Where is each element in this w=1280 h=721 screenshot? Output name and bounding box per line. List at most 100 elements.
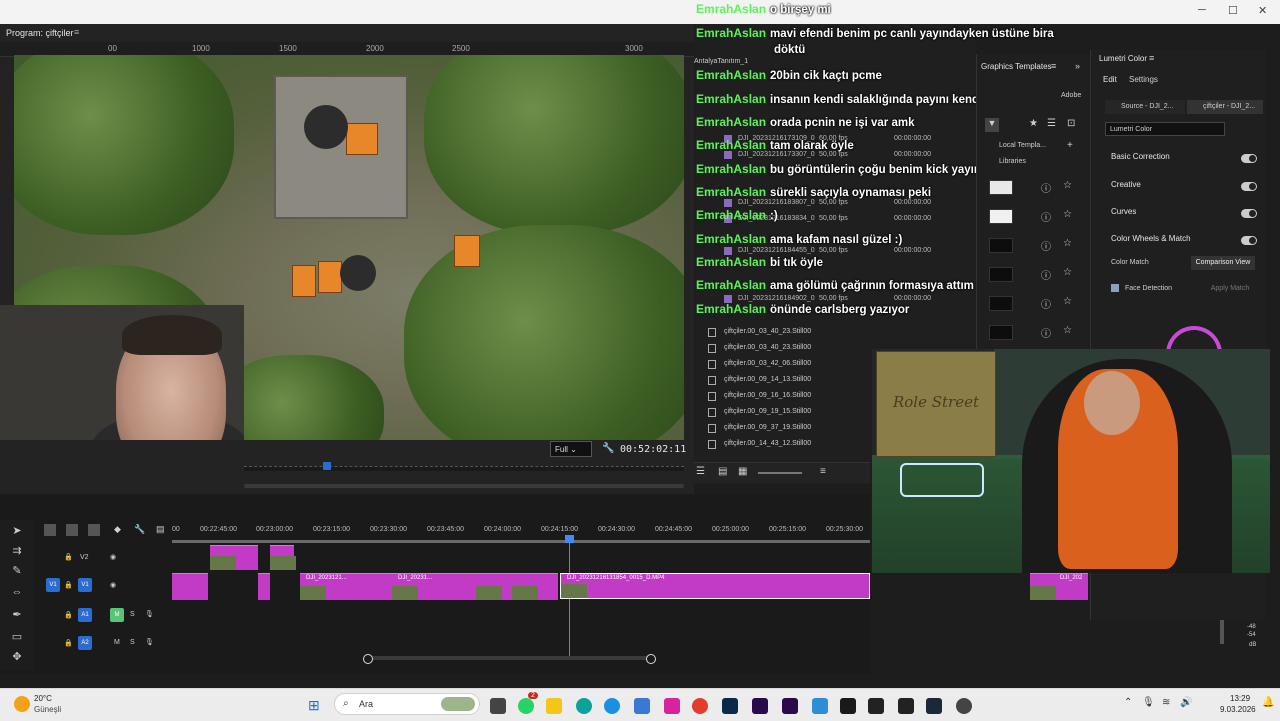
mute-button[interactable]: M <box>114 639 120 646</box>
photoshop-icon[interactable] <box>722 698 738 714</box>
timeline-clip[interactable] <box>210 545 258 570</box>
new-folder-icon[interactable]: ⊡ <box>1067 118 1075 129</box>
apply-match-button[interactable]: Apply Match <box>1205 282 1255 296</box>
scroll-handle-right[interactable] <box>646 654 656 664</box>
playhead-handle-icon[interactable] <box>565 535 574 543</box>
template-item[interactable]: ⓘ ☆ <box>989 265 1083 283</box>
mic-icon[interactable]: 🎙 <box>1142 697 1155 708</box>
source-tab[interactable]: Source - DJI_2... <box>1105 100 1185 114</box>
epic-games-icon[interactable] <box>898 698 914 714</box>
app-icon[interactable] <box>812 698 828 714</box>
timeline-scrollbar[interactable] <box>366 656 652 660</box>
lock-icon[interactable]: 🔒 <box>64 611 73 619</box>
creative-section[interactable]: Creative <box>1097 180 1257 196</box>
filter-icon[interactable]: ▼ <box>985 118 999 132</box>
color-wheels-section[interactable]: Color Wheels & Match <box>1097 234 1257 250</box>
ripple-edit-icon[interactable]: ✎ <box>10 564 24 578</box>
star-icon[interactable]: ★ <box>1029 118 1038 129</box>
add-icon[interactable]: + <box>1067 140 1073 151</box>
edit-tab[interactable]: Edit <box>1103 75 1117 84</box>
lock-icon[interactable]: 🔒 <box>64 581 73 589</box>
store-icon[interactable] <box>634 698 650 714</box>
template-item[interactable]: ⓘ ☆ <box>989 323 1083 341</box>
source-patch-v1[interactable]: V1 <box>46 578 60 592</box>
template-item[interactable]: ⓘ ☆ <box>989 236 1083 254</box>
instagram-icon[interactable] <box>664 698 680 714</box>
timeline-clip[interactable] <box>476 573 512 600</box>
clock-time[interactable]: 13:29 <box>1230 694 1250 703</box>
lumetri-tab[interactable]: Lumetri Color <box>1099 54 1147 63</box>
zoom-scrollbar[interactable] <box>244 484 684 488</box>
rectangle-tool-icon[interactable]: ▭ <box>10 630 24 644</box>
mic-icon[interactable]: 🎙 <box>145 638 154 646</box>
snap-icon[interactable] <box>44 524 56 536</box>
template-item[interactable]: ⓘ ☆ <box>989 178 1083 196</box>
icon-view-icon[interactable]: ▤ <box>718 466 727 477</box>
mute-button[interactable]: M <box>110 608 124 622</box>
timeline-clip[interactable]: DJI_2023121... <box>300 573 392 600</box>
add-marker-icon[interactable] <box>88 524 100 536</box>
lock-icon[interactable]: 🔒 <box>64 553 73 561</box>
track-target-a1[interactable]: A1 <box>78 608 92 622</box>
steam-icon[interactable] <box>926 698 942 714</box>
hand-tool-icon[interactable]: ✥ <box>10 650 24 664</box>
scrubber-playhead-icon[interactable] <box>323 462 331 470</box>
more-panels-icon[interactable]: » <box>1075 61 1080 71</box>
timeline-clip[interactable]: DJI_202 <box>1030 573 1088 600</box>
timeline-clip[interactable] <box>270 545 296 570</box>
weather-temp[interactable]: 20°C <box>34 694 52 703</box>
app-icon[interactable] <box>868 698 884 714</box>
list-view-icon[interactable]: ☰ <box>696 466 705 477</box>
eye-icon[interactable]: ◉ <box>110 581 116 589</box>
marker-icon[interactable]: ◆ <box>114 524 121 535</box>
timeline-clip[interactable] <box>258 573 270 600</box>
preset-select[interactable]: Lumetri Color <box>1105 122 1225 136</box>
libraries-item[interactable]: Libraries <box>999 158 1026 165</box>
zoom-slider[interactable] <box>758 472 802 474</box>
program-scrubber[interactable] <box>244 466 684 471</box>
razor-tool-icon[interactable]: ⇔ <box>10 586 24 600</box>
timeline-clip[interactable]: DJI_20231... <box>392 573 476 600</box>
curves-section[interactable]: Curves <box>1097 207 1257 223</box>
sequence-tab[interactable]: çiftçiler - DJI_2... <box>1187 100 1263 114</box>
solo-button[interactable]: S <box>130 611 135 618</box>
template-item[interactable]: ⓘ ☆ <box>989 294 1083 312</box>
solo-button[interactable]: S <box>130 639 135 646</box>
timeline-clip-selected[interactable]: DJI_20231216131854_0015_D.MP4 <box>560 573 870 599</box>
settings-tab[interactable]: Settings <box>1129 75 1158 84</box>
weather-icon[interactable] <box>14 696 30 712</box>
sort-icon[interactable]: ≡ <box>820 466 826 477</box>
start-icon[interactable]: ⊞ <box>308 697 320 714</box>
lumetri-scrollbar[interactable] <box>1220 620 1224 644</box>
wrench-icon[interactable]: 🔧 <box>602 443 614 454</box>
weather-desc[interactable]: Güneşli <box>34 705 61 714</box>
list-item[interactable]: çiftçiler.00_03_40_23.Still00 <box>708 325 908 341</box>
taskbar-search[interactable]: ⌕ Ara <box>334 693 480 715</box>
file-explorer-icon[interactable] <box>546 698 562 714</box>
task-view-icon[interactable] <box>490 698 506 714</box>
volume-icon[interactable]: 🔊 <box>1180 697 1192 708</box>
obs-icon[interactable] <box>956 698 972 714</box>
premiere-icon[interactable] <box>752 698 768 714</box>
template-item[interactable]: ⓘ ☆ <box>989 207 1083 225</box>
face-detection-checkbox[interactable] <box>1111 284 1119 292</box>
selection-tool-icon[interactable]: ➤ <box>10 524 24 538</box>
list-icon[interactable]: ☰ <box>1047 118 1056 129</box>
timeline-clip[interactable] <box>512 573 558 600</box>
track-select-icon[interactable]: ⇉ <box>10 544 24 558</box>
chrome-icon[interactable] <box>692 698 708 714</box>
wrench-icon[interactable]: 🔧 <box>134 524 145 535</box>
track-target-v1[interactable]: V1 <box>78 578 92 592</box>
edge-icon[interactable] <box>604 698 620 714</box>
captions-icon[interactable]: ▤ <box>156 524 165 535</box>
minimize-icon[interactable]: ─ <box>1198 4 1210 16</box>
fit-select[interactable]: Full ⌄ <box>550 441 592 457</box>
panel-menu-icon[interactable]: ≡ <box>1149 53 1154 63</box>
program-timecode[interactable]: 00:52:02:11 <box>620 444 686 455</box>
track-target-a2[interactable]: A2 <box>78 636 92 650</box>
app-icon[interactable] <box>576 698 592 714</box>
basic-correction-section[interactable]: Basic Correction <box>1097 152 1257 168</box>
whatsapp-icon[interactable] <box>518 698 534 714</box>
work-area-bar[interactable] <box>172 540 870 543</box>
wifi-icon[interactable]: ≋ <box>1162 697 1170 708</box>
